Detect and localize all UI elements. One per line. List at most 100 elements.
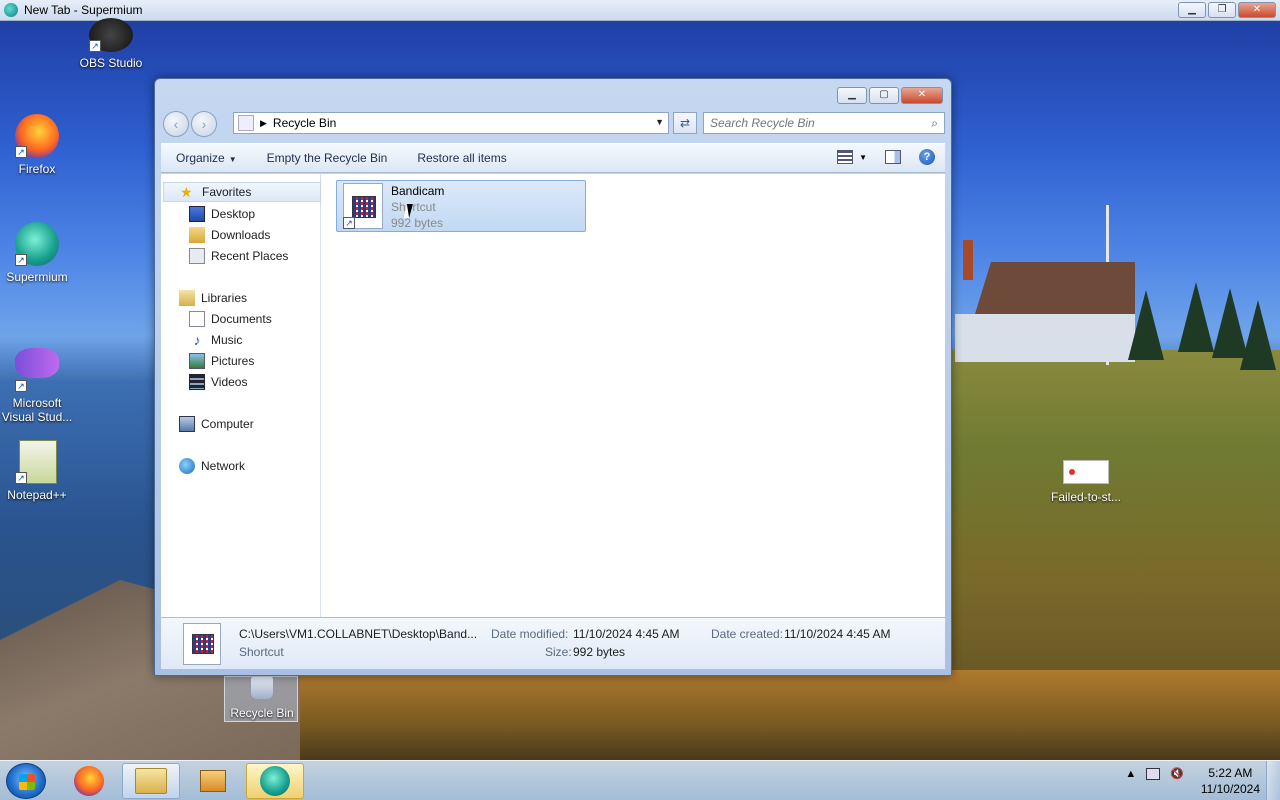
taskbar-explorer[interactable] — [122, 763, 180, 799]
nav-favorites[interactable]: ★ Favorites — [163, 182, 321, 202]
supermium-icon — [260, 766, 290, 796]
taskbar-supermium[interactable] — [246, 763, 304, 799]
nav-recent-places[interactable]: Recent Places — [189, 246, 288, 266]
file-list[interactable]: ↗ Bandicam Shortcut 992 bytes — [321, 174, 945, 617]
desktop-icon-label: Failed-to-st... — [1050, 490, 1122, 504]
music-icon: ♪ — [193, 332, 201, 348]
desktop-icon-recycle-bin[interactable]: Recycle Bin — [224, 676, 298, 722]
file-item-bandicam[interactable]: ↗ Bandicam Shortcut 992 bytes — [336, 180, 586, 232]
supermium-title-bar[interactable]: New Tab - Supermium ▁ ❐ ✕ — [0, 0, 1280, 21]
supermium-logo-icon — [4, 3, 18, 17]
action-center-icon[interactable] — [1146, 767, 1161, 780]
empty-recycle-bin-button[interactable]: Empty the Recycle Bin — [252, 151, 403, 165]
help-icon[interactable]: ? — [919, 149, 935, 165]
desktop-icon-label: Notepad++ — [7, 488, 67, 502]
start-button[interactable] — [6, 763, 46, 799]
wallpaper-house — [955, 240, 1135, 362]
recycle-bin-window[interactable]: ▁ ▢ ✕ ‹ › ▶ Recycle Bin ▼ ⇄ ⌕ Organize▼ … — [154, 78, 952, 676]
restore-all-items-button[interactable]: Restore all items — [402, 151, 521, 165]
details-path: C:\Users\VM1.COLLABNET\Desktop\Band... — [239, 627, 478, 641]
address-dropdown-icon[interactable]: ▼ — [655, 117, 664, 127]
failed-file-thumbnail-icon[interactable] — [1063, 460, 1109, 484]
show-hidden-icons-icon[interactable]: ▲ — [1125, 768, 1136, 780]
close-button[interactable]: ✕ — [901, 87, 943, 104]
nav-music[interactable]: ♪ Music — [189, 330, 243, 350]
file-size: 992 bytes — [391, 216, 444, 230]
search-box[interactable]: ⌕ — [703, 112, 945, 134]
wallpaper-tree — [1178, 282, 1214, 352]
system-tray: ▲ 🔇 — [1125, 767, 1184, 780]
downloads-icon — [189, 227, 205, 243]
wallpaper-tree — [1240, 300, 1276, 370]
command-bar: Organize ▼ Empty the Recycle Bin Restore … — [161, 143, 945, 173]
minimize-button[interactable]: ▁ — [837, 87, 867, 104]
desktop-icon-label: OBS Studio — [79, 56, 143, 70]
maximize-button[interactable]: ▢ — [869, 87, 899, 104]
size-value: 992 bytes — [573, 645, 626, 659]
folder-icon — [135, 768, 167, 794]
nav-network[interactable]: Network — [179, 456, 245, 476]
organize-button[interactable]: Organize ▼ — [161, 151, 252, 165]
nav-videos[interactable]: Videos — [189, 372, 247, 392]
nav-documents[interactable]: Documents — [189, 309, 272, 329]
nav-downloads[interactable]: Downloads — [189, 225, 270, 245]
search-input[interactable] — [710, 116, 910, 130]
date-created-value: 11/10/2024 4:45 AM — [784, 627, 891, 641]
close-button[interactable]: ✕ — [1238, 2, 1276, 18]
forward-button[interactable]: › — [191, 111, 217, 137]
clock-time: 5:22 AM — [1208, 766, 1253, 780]
minimize-button[interactable]: ▁ — [1178, 2, 1206, 18]
firefox-icon — [74, 766, 104, 796]
search-icon[interactable]: ⌕ — [931, 116, 938, 131]
libraries-icon — [179, 290, 195, 306]
preview-pane-icon[interactable] — [885, 150, 901, 164]
desktop-icon-label: Microsoft Visual Stud... — [1, 396, 73, 424]
address-bar[interactable]: ▶ Recycle Bin ▼ — [233, 112, 669, 134]
desktop-icon-supermium[interactable]: ↗ Supermium — [0, 222, 74, 284]
show-desktop-button[interactable] — [1266, 761, 1280, 800]
volume-muted-icon[interactable]: 🔇 — [1170, 767, 1184, 780]
chevron-down-icon: ▼ — [228, 155, 237, 164]
nav-label: Pictures — [211, 354, 255, 368]
nav-label: Desktop — [211, 207, 256, 221]
desktop-icon-visual-studio[interactable]: ↗ Microsoft Visual Stud... — [0, 342, 74, 424]
shortcut-file-icon: ↗ — [343, 183, 383, 229]
file-type: Shortcut — [391, 200, 436, 214]
nav-label: Videos — [211, 375, 248, 389]
media-player-icon — [200, 770, 226, 792]
date-created-label: Date created: — [711, 627, 784, 641]
maximize-button[interactable]: ❐ — [1208, 2, 1236, 18]
nav-libraries[interactable]: Libraries — [179, 288, 247, 308]
date-modified-value: 11/10/2024 4:45 AM — [573, 627, 680, 641]
change-view-button[interactable]: ▼ — [837, 150, 867, 164]
back-button[interactable]: ‹ — [163, 111, 189, 137]
nav-label: Network — [201, 459, 246, 473]
date-modified-label: Date modified: — [491, 627, 569, 641]
refresh-button[interactable]: ⇄ — [673, 112, 697, 134]
desktop-icon-firefox[interactable]: ↗ Firefox — [0, 114, 74, 176]
visual-studio-icon — [15, 348, 59, 378]
wallpaper-tree — [1128, 290, 1164, 360]
nav-pictures[interactable]: Pictures — [189, 351, 254, 371]
clock[interactable]: 5:22 AM 11/10/2024 — [1201, 765, 1260, 797]
taskbar: ▲ 🔇 5:22 AM 11/10/2024 — [0, 760, 1280, 800]
desktop-icon-label: Recycle Bin — [230, 706, 294, 720]
desktop-icon-label: Firefox — [18, 162, 56, 176]
network-icon — [179, 458, 195, 474]
breadcrumb-arrow-icon[interactable]: ▶ — [260, 118, 267, 129]
nav-label: Recent Places — [211, 249, 289, 263]
nav-label: Libraries — [201, 291, 248, 305]
nav-label: Music — [211, 333, 243, 347]
desktop-icon-failed-file[interactable]: Failed-to-st... — [1049, 490, 1123, 504]
taskbar-media-player[interactable] — [184, 763, 242, 799]
taskbar-firefox[interactable] — [60, 763, 118, 799]
documents-icon — [189, 311, 205, 327]
navigation-bar: ‹ › ▶ Recycle Bin ▼ ⇄ ⌕ — [163, 111, 945, 137]
star-icon: ★ — [180, 184, 193, 200]
nav-computer[interactable]: Computer — [179, 414, 254, 434]
breadcrumb-recycle-bin[interactable]: Recycle Bin — [273, 116, 336, 130]
nav-desktop[interactable]: Desktop — [189, 204, 255, 224]
details-type: Shortcut — [239, 645, 284, 659]
desktop-icon-obs[interactable]: ↗ OBS Studio — [74, 18, 148, 70]
desktop-icon-notepadpp[interactable]: ↗ Notepad++ — [0, 440, 74, 502]
